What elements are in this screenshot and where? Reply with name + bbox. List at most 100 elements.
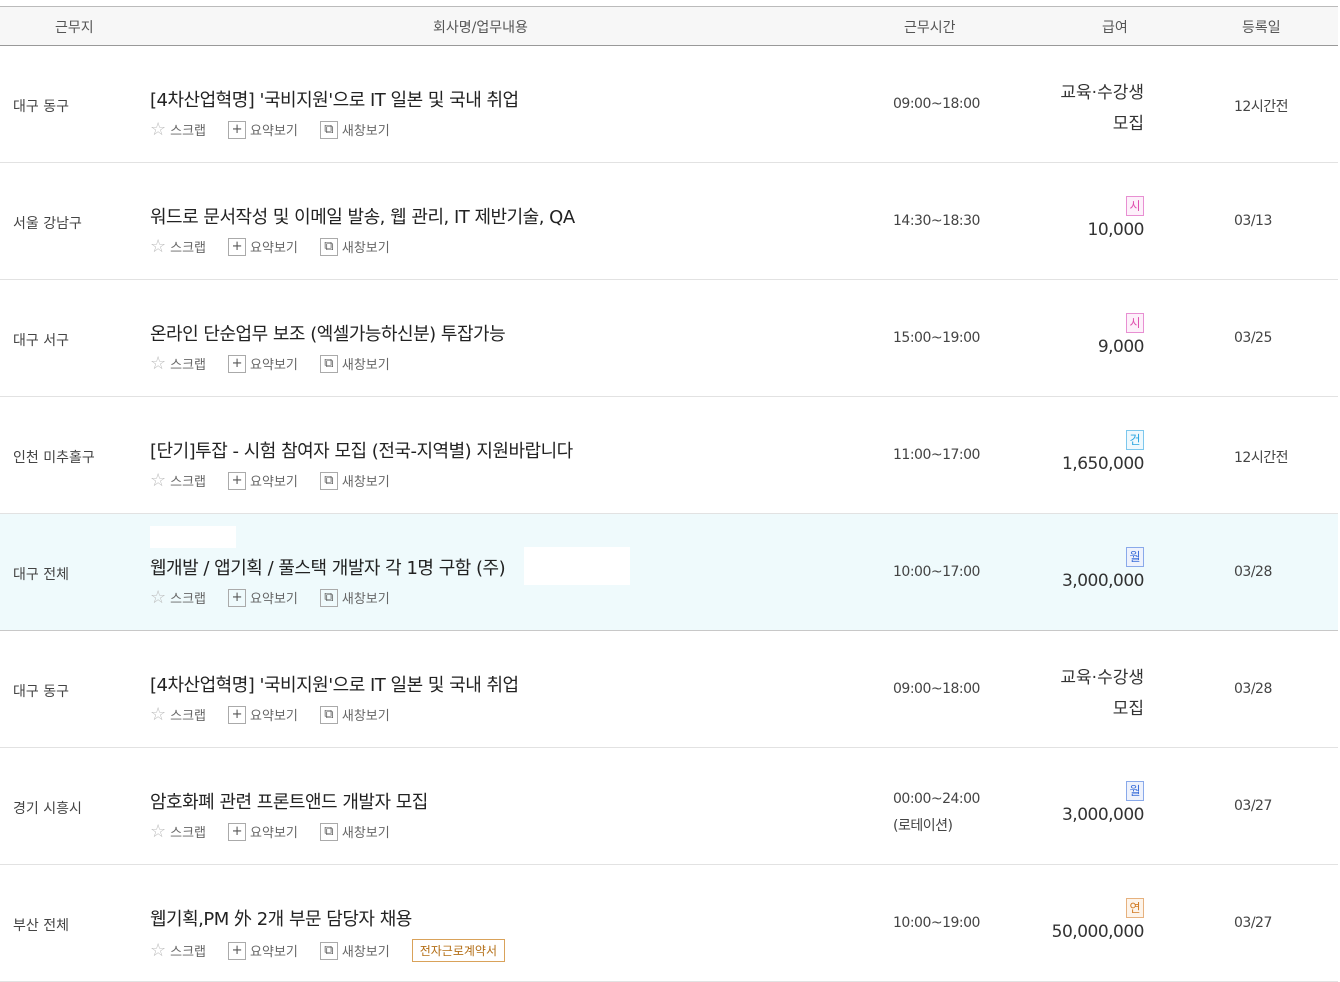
summary-button[interactable]: + 요약보기 xyxy=(228,471,298,490)
job-title-link[interactable]: [4차산업혁명] '국비지원'으로 IT 일본 및 국내 취업 xyxy=(150,86,519,112)
row-actions: ☆ 스크랩 + 요약보기 ⧉ 새창보기 xyxy=(150,120,412,139)
scrap-button[interactable]: ☆ 스크랩 xyxy=(150,588,206,607)
e-contract-tag: 전자근로계약서 xyxy=(411,939,505,962)
job-title-link[interactable]: 웹기획,PM 外 2개 부문 담당자 채용 xyxy=(150,905,412,931)
row-actions: ☆ 스크랩 + 요약보기 ⧉ 새창보기 xyxy=(150,705,412,724)
table-row[interactable]: 경기 시흥시 암호화폐 관련 프론트앤드 개발자 모집 ☆ 스크랩 + 요약보기 ⧉… xyxy=(0,748,1338,865)
header-pay: 급여 xyxy=(1102,20,1128,36)
external-link-icon: ⧉ xyxy=(319,354,338,373)
star-icon: ☆ xyxy=(150,118,167,140)
summary-button[interactable]: + 요약보기 xyxy=(228,354,298,373)
star-icon: ☆ xyxy=(150,703,167,725)
work-hours: 09:00~18:00 xyxy=(893,96,980,112)
new-window-button[interactable]: ⧉ 새창보기 xyxy=(319,237,390,256)
location: 대구 전체 xyxy=(13,567,69,583)
summary-button[interactable]: + 요약보기 xyxy=(228,588,298,607)
new-window-button[interactable]: ⧉ 새창보기 xyxy=(319,120,390,139)
plus-icon: + xyxy=(228,822,247,841)
pay-amount: 9,000 xyxy=(1097,337,1145,357)
posted-date: 03/27 xyxy=(1234,798,1272,814)
scrap-button[interactable]: ☆ 스크랩 xyxy=(150,471,206,490)
summary-button[interactable]: + 요약보기 xyxy=(228,120,298,139)
scrap-button[interactable]: ☆ 스크랩 xyxy=(150,354,206,373)
new-window-button[interactable]: ⧉ 새창보기 xyxy=(319,471,390,490)
plus-icon: + xyxy=(228,941,247,960)
table-row[interactable]: 대구 서구 온라인 단순업무 보조 (엑셀가능하신분) 투잡가능 ☆ 스크랩 + 요… xyxy=(0,280,1338,397)
posted-date: 12시간전 xyxy=(1234,99,1288,115)
table-row[interactable]: 대구 전체 웹개발 / 앱기획 / 풀스택 개발자 각 1명 구함 (주) ☆ 스… xyxy=(0,514,1338,631)
job-list-table: 근무지 회사명/업무내용 근무시간 급여 등록일 대구 동구 [4차산업혁명] … xyxy=(0,6,1338,982)
pay-amount: 3,000,000 xyxy=(1061,571,1145,591)
location: 인천 미추홀구 xyxy=(13,450,95,466)
table-row[interactable]: 인천 미추홀구 [단기]투잡 - 시험 참여자 모집 (전국-지역별) 지원바랍… xyxy=(0,397,1338,514)
pay-amount: 10,000 xyxy=(1087,220,1145,240)
table-row[interactable]: 대구 동구 [4차산업혁명] '국비지원'으로 IT 일본 및 국내 취업 ☆ 스… xyxy=(0,46,1338,163)
star-icon: ☆ xyxy=(150,939,167,961)
plus-icon: + xyxy=(228,120,247,139)
job-title-link[interactable]: 온라인 단순업무 보조 (엑셀가능하신분) 투잡가능 xyxy=(150,320,506,346)
plus-icon: + xyxy=(228,471,247,490)
location: 서울 강남구 xyxy=(13,216,82,232)
location: 대구 동구 xyxy=(13,99,69,115)
pay-info: 시 9,000 xyxy=(1097,312,1145,357)
new-window-button[interactable]: ⧉ 새창보기 xyxy=(319,705,390,724)
table-row[interactable]: 서울 강남구 워드로 문서작성 및 이메일 발송, 웹 관리, IT 제반기술,… xyxy=(0,163,1338,280)
external-link-icon: ⧉ xyxy=(319,705,338,724)
posted-date: 12시간전 xyxy=(1234,450,1288,466)
table-header: 근무지 회사명/업무내용 근무시간 급여 등록일 xyxy=(0,6,1338,46)
posted-date: 03/27 xyxy=(1234,915,1272,931)
scrap-button[interactable]: ☆ 스크랩 xyxy=(150,941,206,960)
summary-button[interactable]: + 요약보기 xyxy=(228,941,298,960)
plus-icon: + xyxy=(228,237,247,256)
row-actions: ☆ 스크랩 + 요약보기 ⧉ 새창보기 전자근로계약서 xyxy=(150,939,505,962)
star-icon: ☆ xyxy=(150,820,167,842)
location: 부산 전체 xyxy=(13,918,69,934)
pay-info: 월 3,000,000 xyxy=(1062,780,1145,825)
redacted-area xyxy=(524,547,630,585)
job-title-link[interactable]: 워드로 문서작성 및 이메일 발송, 웹 관리, IT 제반기술, QA xyxy=(150,203,575,229)
work-hours: 15:00~19:00 xyxy=(893,330,980,346)
scrap-button[interactable]: ☆ 스크랩 xyxy=(150,237,206,256)
scrap-button[interactable]: ☆ 스크랩 xyxy=(150,822,206,841)
row-actions: ☆ 스크랩 + 요약보기 ⧉ 새창보기 xyxy=(150,354,412,373)
job-title-link[interactable]: 암호화폐 관련 프론트앤드 개발자 모집 xyxy=(150,788,428,814)
new-window-button[interactable]: ⧉ 새창보기 xyxy=(319,588,390,607)
pay-type-badge: 시 xyxy=(1126,313,1144,333)
work-hours: 10:00~17:00 xyxy=(893,564,980,580)
pay-info: 연 50,000,000 xyxy=(1051,897,1145,942)
external-link-icon: ⧉ xyxy=(319,471,338,490)
row-actions: ☆ 스크랩 + 요약보기 ⧉ 새창보기 xyxy=(150,237,412,256)
scrap-button[interactable]: ☆ 스크랩 xyxy=(150,120,206,139)
row-actions: ☆ 스크랩 + 요약보기 ⧉ 새창보기 xyxy=(150,822,412,841)
posted-date: 03/28 xyxy=(1234,681,1272,697)
pay-amount: 50,000,000 xyxy=(1051,922,1145,942)
job-title-link[interactable]: [4차산업혁명] '국비지원'으로 IT 일본 및 국내 취업 xyxy=(150,671,519,697)
pay-type-badge: 시 xyxy=(1126,196,1144,216)
work-hours: 11:00~17:00 xyxy=(893,447,980,463)
summary-button[interactable]: + 요약보기 xyxy=(228,705,298,724)
header-date: 등록일 xyxy=(1242,20,1281,36)
pay-type-badge: 건 xyxy=(1126,430,1144,450)
table-row[interactable]: 부산 전체 웹기획,PM 外 2개 부문 담당자 채용 ☆ 스크랩 + 요약보기 ⧉… xyxy=(0,865,1338,982)
new-window-button[interactable]: ⧉ 새창보기 xyxy=(319,354,390,373)
external-link-icon: ⧉ xyxy=(319,941,338,960)
external-link-icon: ⧉ xyxy=(319,120,338,139)
star-icon: ☆ xyxy=(150,469,167,491)
scrap-button[interactable]: ☆ 스크랩 xyxy=(150,705,206,724)
summary-button[interactable]: + 요약보기 xyxy=(228,237,298,256)
new-window-button[interactable]: ⧉ 새창보기 xyxy=(319,822,390,841)
header-company: 회사명/업무내용 xyxy=(433,20,528,36)
job-title-link[interactable]: [단기]투잡 - 시험 참여자 모집 (전국-지역별) 지원바랍니다 xyxy=(150,437,573,463)
pay-type-badge: 월 xyxy=(1126,781,1144,801)
external-link-icon: ⧉ xyxy=(319,822,338,841)
table-row[interactable]: 대구 동구 [4차산업혁명] '국비지원'으로 IT 일본 및 국내 취업 ☆ 스… xyxy=(0,631,1338,748)
job-title-link[interactable]: 웹개발 / 앱기획 / 풀스택 개발자 각 1명 구함 (주) xyxy=(150,554,506,580)
work-hours: 10:00~19:00 xyxy=(893,915,980,931)
new-window-button[interactable]: ⧉ 새창보기 xyxy=(319,941,390,960)
header-hours: 근무시간 xyxy=(904,20,956,36)
posted-date: 03/28 xyxy=(1234,564,1272,580)
summary-button[interactable]: + 요약보기 xyxy=(228,822,298,841)
work-hours: 14:30~18:30 xyxy=(893,213,980,229)
pay-info: 시 10,000 xyxy=(1087,195,1145,240)
work-hours: 00:00~24:00 (로테이션) xyxy=(893,791,980,834)
